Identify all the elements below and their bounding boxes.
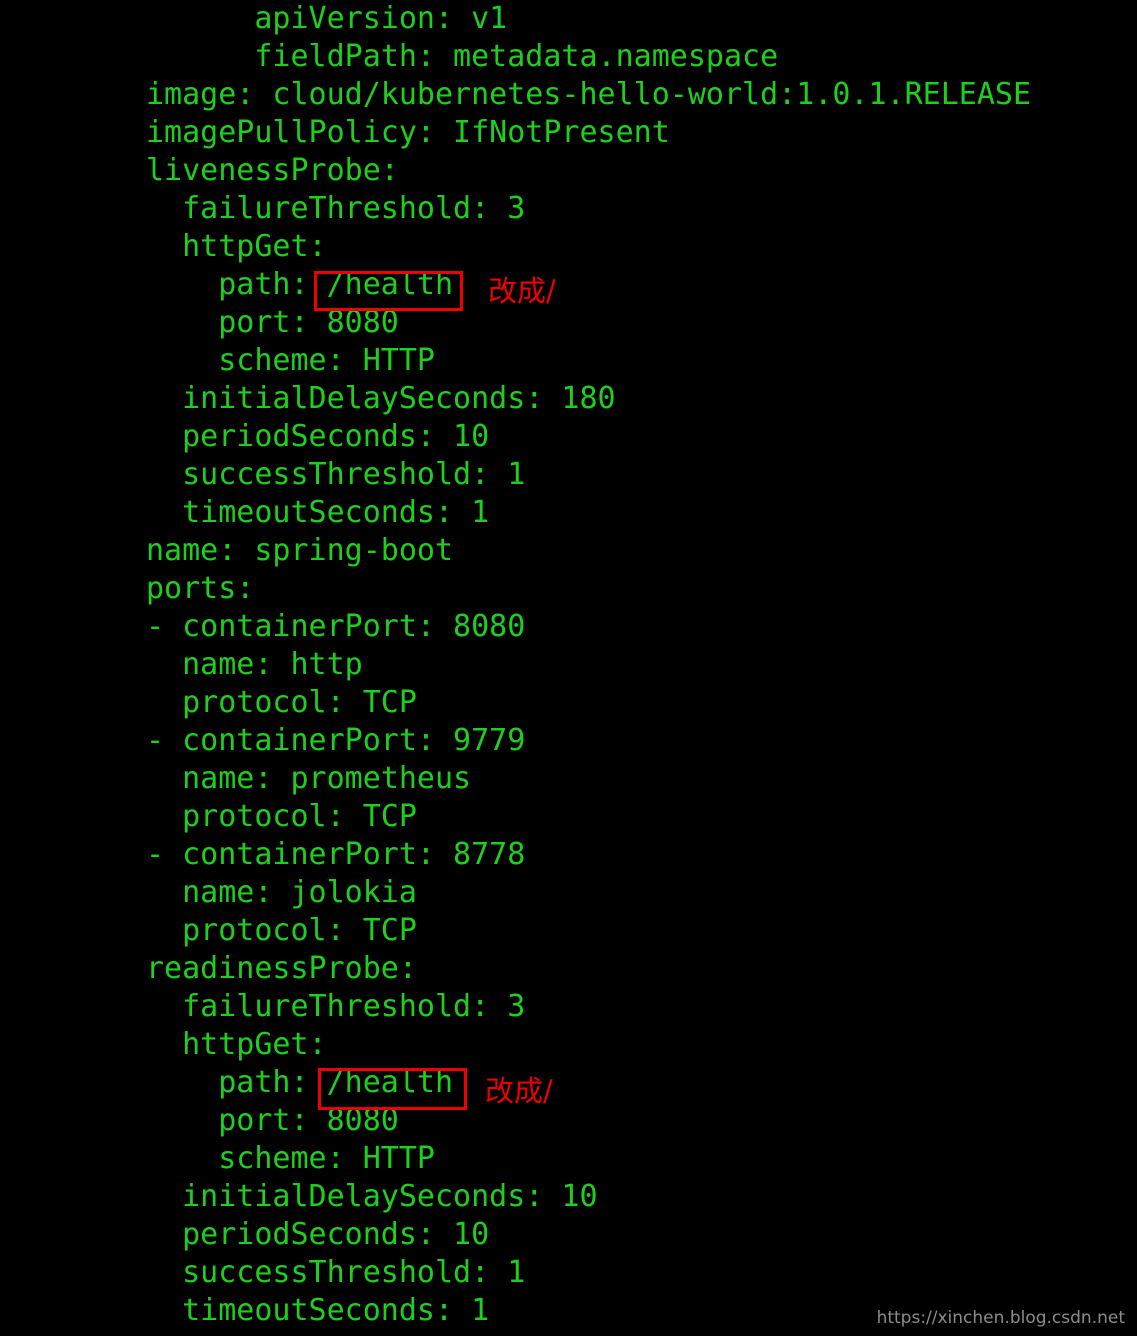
yaml-code-block: apiVersion: v1 fieldPath: metadata.names… <box>146 0 1031 1330</box>
code-line: path: /health <box>146 1065 454 1100</box>
code-line: scheme: HTTP <box>146 1141 435 1176</box>
code-line: ports: <box>146 571 255 606</box>
code-line: protocol: TCP <box>146 913 417 948</box>
code-line: port: 8080 <box>146 305 399 340</box>
code-line: path: /health <box>146 267 454 302</box>
code-line: - containerPort: 8778 <box>146 837 526 872</box>
code-line: periodSeconds: 10 <box>146 1217 490 1252</box>
code-line: - containerPort: 9779 <box>146 723 526 758</box>
code-line: livenessProbe: <box>146 153 399 188</box>
code-line: timeoutSeconds: 1 <box>146 495 490 530</box>
code-line: successThreshold: 1 <box>146 457 526 492</box>
code-line: - containerPort: 8080 <box>146 609 526 644</box>
code-line: readinessProbe: <box>146 951 417 986</box>
code-line: failureThreshold: 3 <box>146 989 526 1024</box>
code-line: httpGet: <box>146 229 327 264</box>
code-line: httpGet: <box>146 1027 327 1062</box>
code-line: fieldPath: metadata.namespace <box>146 39 779 74</box>
readiness-path-annotation-note: 改成/ <box>485 1074 553 1108</box>
code-line: failureThreshold: 3 <box>146 191 526 226</box>
code-line: initialDelaySeconds: 10 <box>146 1179 598 1214</box>
code-line: scheme: HTTP <box>146 343 435 378</box>
code-line: imagePullPolicy: IfNotPresent <box>146 115 670 150</box>
code-line: successThreshold: 1 <box>146 1255 526 1290</box>
code-line: name: http <box>146 647 363 682</box>
code-line: initialDelaySeconds: 180 <box>146 381 616 416</box>
code-line: protocol: TCP <box>146 799 417 834</box>
liveness-path-annotation-note: 改成/ <box>488 274 556 308</box>
code-line: name: prometheus <box>146 761 472 796</box>
code-line: periodSeconds: 10 <box>146 419 490 454</box>
terminal-screen: apiVersion: v1 fieldPath: metadata.names… <box>0 0 1137 1336</box>
code-line: apiVersion: v1 <box>146 1 508 36</box>
code-line: protocol: TCP <box>146 685 417 720</box>
code-line: name: spring-boot <box>146 533 454 568</box>
code-line: image: cloud/kubernetes-hello-world:1.0.… <box>146 77 1032 112</box>
watermark-text: https://xinchen.blog.csdn.net <box>876 1308 1125 1328</box>
code-line: port: 8080 <box>146 1103 399 1138</box>
code-line: name: jolokia <box>146 875 417 910</box>
